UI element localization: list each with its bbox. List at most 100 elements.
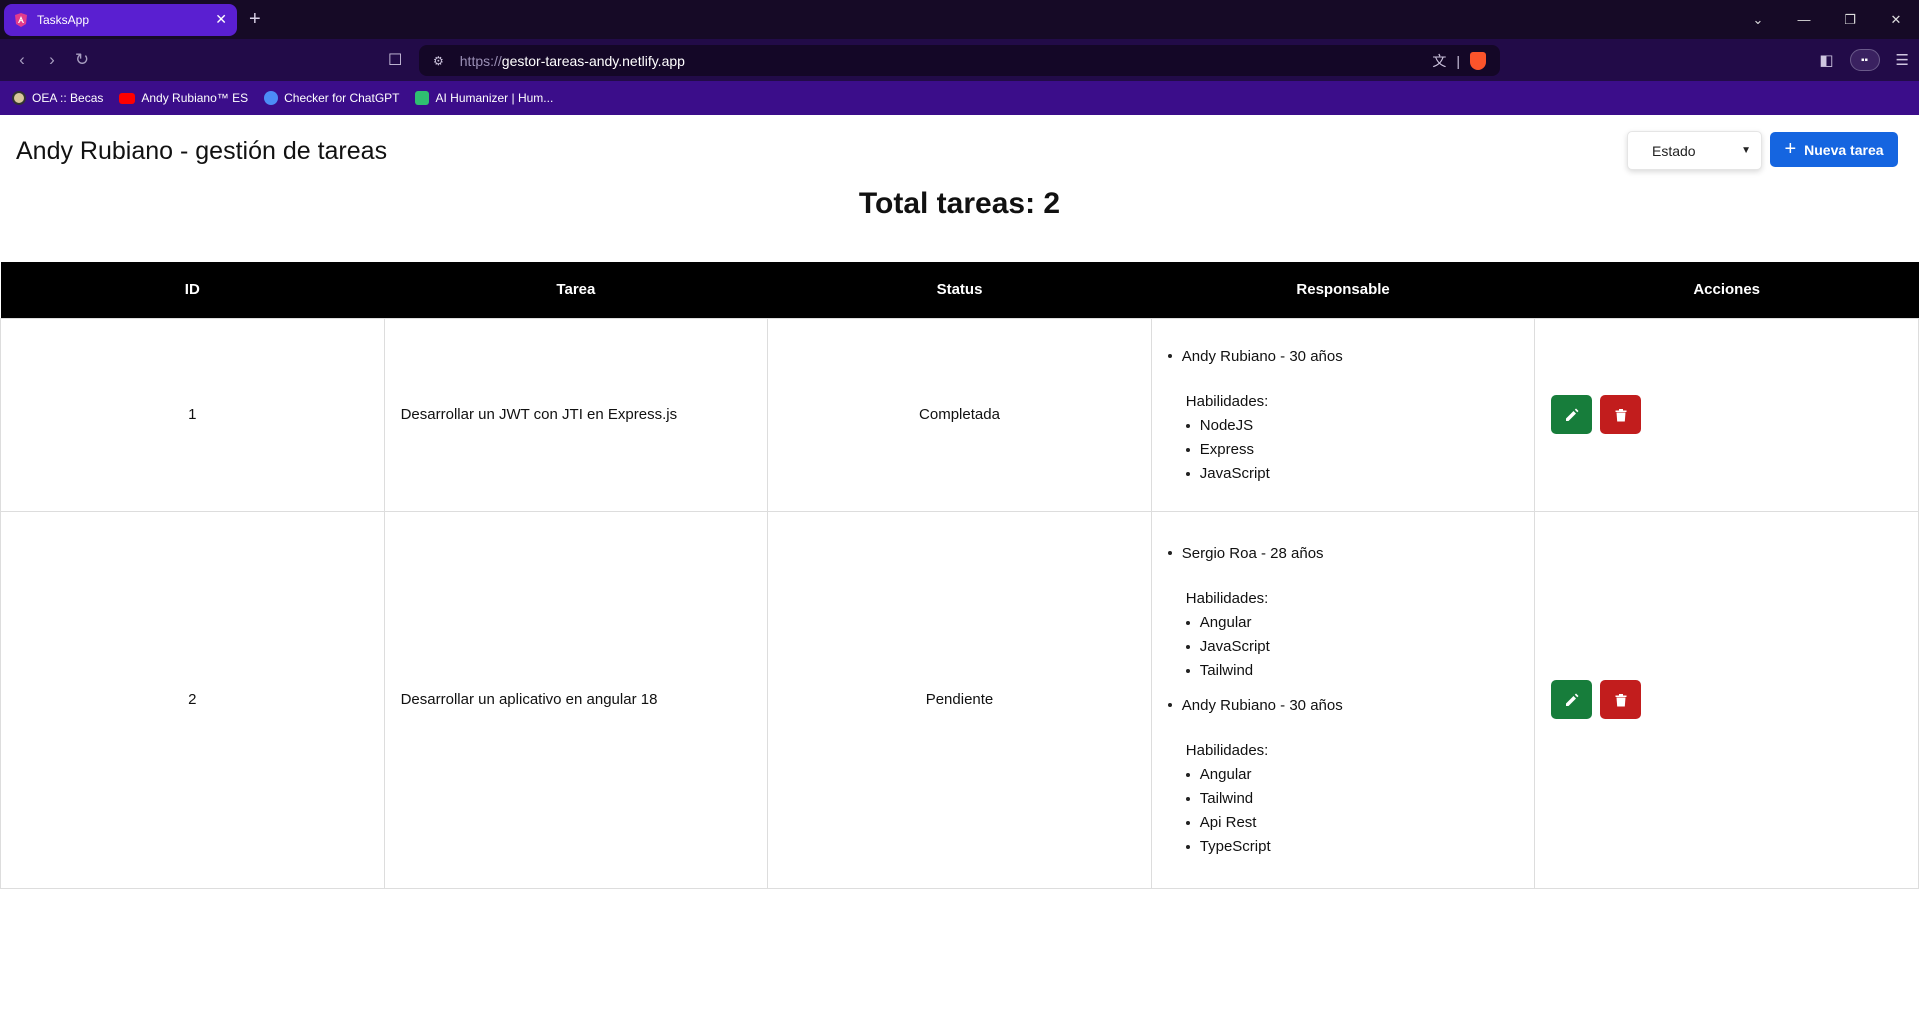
bookmark-label: Andy Rubiano™ ES [141, 91, 249, 105]
tab-bar: TasksApp ✕ + ⌄ — ❐ ✕ [0, 0, 1919, 39]
menu-icon[interactable]: ☰ [1896, 51, 1909, 69]
trash-icon [1615, 408, 1627, 421]
tasks-table: ID Tarea Status Responsable Acciones 1 D… [0, 262, 1919, 889]
person-label: Sergio Roa - 28 años [1181, 544, 1324, 562]
page-title: Andy Rubiano - gestión de tareas [16, 137, 388, 165]
responsable-person: Sergio Roa - 28 años [1167, 544, 1519, 562]
task-id: 2 [0, 510, 385, 889]
responsable-group: Andy Rubiano - 30 años Habilidades: Angu… [1167, 696, 1519, 859]
bookmark-oea[interactable]: OEA :: Becas [12, 91, 103, 105]
nav-bar: ‹ › ↻ ☐ ⚙ https:// gestor-tareas-andy.ne… [0, 39, 1919, 81]
skill-item: NodeJS [1185, 414, 1519, 438]
toolbar-right: ◧ ▪▪ ☰ [1819, 49, 1909, 71]
skill-label: TypeScript [1199, 838, 1271, 855]
checker-icon [264, 91, 279, 105]
column-header-actions: Acciones [1534, 262, 1919, 318]
skill-label: Tailwind [1199, 790, 1254, 807]
pencil-icon [1565, 408, 1579, 421]
url-scheme: https:// [459, 52, 502, 69]
new-tab-button[interactable]: + [249, 8, 261, 31]
responsable-person: Andy Rubiano - 30 años [1167, 696, 1519, 714]
skills-label: Habilidades: [1185, 741, 1269, 759]
bookmark-andy-rubiano[interactable]: Andy Rubiano™ ES [119, 91, 248, 105]
window-controls: ⌄ — ❐ ✕ [1735, 0, 1919, 39]
state-select-value: Estado [1652, 142, 1696, 159]
skill-item: Api Rest [1185, 811, 1519, 835]
skill-item: JavaScript [1185, 635, 1519, 659]
skills-label: Habilidades: [1185, 392, 1269, 410]
forward-icon[interactable]: › [37, 50, 67, 70]
close-tab-icon[interactable]: ✕ [215, 11, 227, 28]
bookmark-label: OEA :: Becas [32, 91, 104, 105]
total-tasks: Total tareas: 2 [858, 187, 1061, 220]
task-actions [1534, 317, 1919, 512]
skill-item: TypeScript [1185, 835, 1519, 859]
state-select[interactable]: Estado ▼ [1627, 131, 1762, 170]
person-label: Andy Rubiano - 30 años [1181, 347, 1343, 365]
delete-button[interactable] [1600, 680, 1642, 719]
column-header-task: Tarea [384, 262, 768, 318]
bookmark-label: AI Humanizer | Hum... [435, 91, 554, 105]
tab-search-icon[interactable]: ⌄ [1735, 12, 1781, 28]
edit-button[interactable] [1551, 680, 1593, 719]
delete-button[interactable] [1600, 395, 1642, 434]
skill-label: Tailwind [1199, 662, 1254, 679]
plus-icon: + [1784, 138, 1797, 160]
column-header-status: Status [767, 262, 1152, 318]
bookmark-humanizer[interactable]: AI Humanizer | Hum... [415, 91, 553, 105]
new-task-button[interactable]: + Nueva tarea [1770, 132, 1898, 167]
wallet-icon[interactable]: ▪▪ [1849, 49, 1880, 71]
minimize-icon[interactable]: — [1781, 12, 1827, 27]
skill-item: Angular [1185, 611, 1519, 635]
column-header-id: ID [0, 262, 385, 318]
skill-label: Express [1199, 441, 1254, 458]
angular-icon [15, 12, 27, 27]
restore-icon[interactable]: ❐ [1827, 12, 1873, 28]
skill-label: Api Rest [1199, 814, 1257, 831]
close-window-icon[interactable]: ✕ [1873, 12, 1919, 28]
person-label: Andy Rubiano - 30 años [1181, 696, 1343, 714]
address-bar[interactable]: ⚙ https:// gestor-tareas-andy.netlify.ap… [419, 45, 1500, 76]
skill-label: NodeJS [1199, 417, 1254, 434]
skills-label: Habilidades: [1185, 589, 1269, 607]
page-content: Andy Rubiano - gestión de tareas Estado … [0, 115, 1919, 1033]
oea-icon [12, 91, 26, 105]
new-task-label: Nueva tarea [1804, 141, 1884, 158]
back-icon[interactable]: ‹ [7, 50, 37, 70]
table-header-row: ID Tarea Status Responsable Acciones [0, 262, 1919, 318]
browser-chrome: TasksApp ✕ + ⌄ — ❐ ✕ ‹ › ↻ ☐ ⚙ https:// … [0, 0, 1919, 115]
bookmarks-bar: OEA :: Becas Andy Rubiano™ ES Checker fo… [0, 81, 1919, 115]
youtube-icon [119, 92, 136, 104]
reload-icon[interactable]: ↻ [67, 50, 97, 70]
table-row: 2 Desarrollar un aplicativo en angular 1… [0, 510, 1919, 889]
skill-label: JavaScript [1199, 465, 1270, 482]
bookmark-label: Checker for ChatGPT [284, 91, 400, 105]
pencil-icon [1565, 693, 1579, 706]
skill-label: Angular [1199, 614, 1252, 631]
skill-item: JavaScript [1185, 462, 1519, 486]
task-status: Pendiente [767, 510, 1152, 889]
skill-label: Angular [1199, 766, 1252, 783]
responsable-person: Andy Rubiano - 30 años [1167, 347, 1519, 365]
task-responsables: Andy Rubiano - 30 años Habilidades: Node… [1150, 317, 1536, 512]
divider: | [1456, 52, 1460, 69]
sidebar-icon[interactable]: ◧ [1819, 51, 1833, 69]
responsable-group: Andy Rubiano - 30 años Habilidades: Node… [1167, 347, 1519, 486]
brave-shields-icon[interactable] [1470, 51, 1486, 70]
table-row: 1 Desarrollar un JWT con JTI en Express.… [0, 317, 1919, 512]
humanizer-icon [415, 91, 430, 105]
task-responsables: Sergio Roa - 28 años Habilidades: Angula… [1150, 510, 1536, 889]
chevron-down-icon: ▼ [1741, 145, 1751, 156]
task-title: Desarrollar un JWT con JTI en Express.js [383, 317, 769, 512]
bookmark-checker[interactable]: Checker for ChatGPT [264, 91, 399, 105]
translate-icon[interactable]: 文 [1432, 51, 1446, 71]
site-info-icon[interactable]: ⚙ [433, 54, 444, 68]
edit-button[interactable] [1551, 395, 1593, 434]
task-actions [1534, 510, 1919, 889]
task-status: Completada [767, 317, 1152, 512]
url-host: gestor-tareas-andy.netlify.app [501, 52, 685, 69]
task-id: 1 [0, 317, 385, 512]
tab-tasksapp[interactable]: TasksApp ✕ [4, 3, 237, 36]
bookmark-icon[interactable]: ☐ [388, 50, 402, 70]
skill-item: Angular [1185, 763, 1519, 787]
